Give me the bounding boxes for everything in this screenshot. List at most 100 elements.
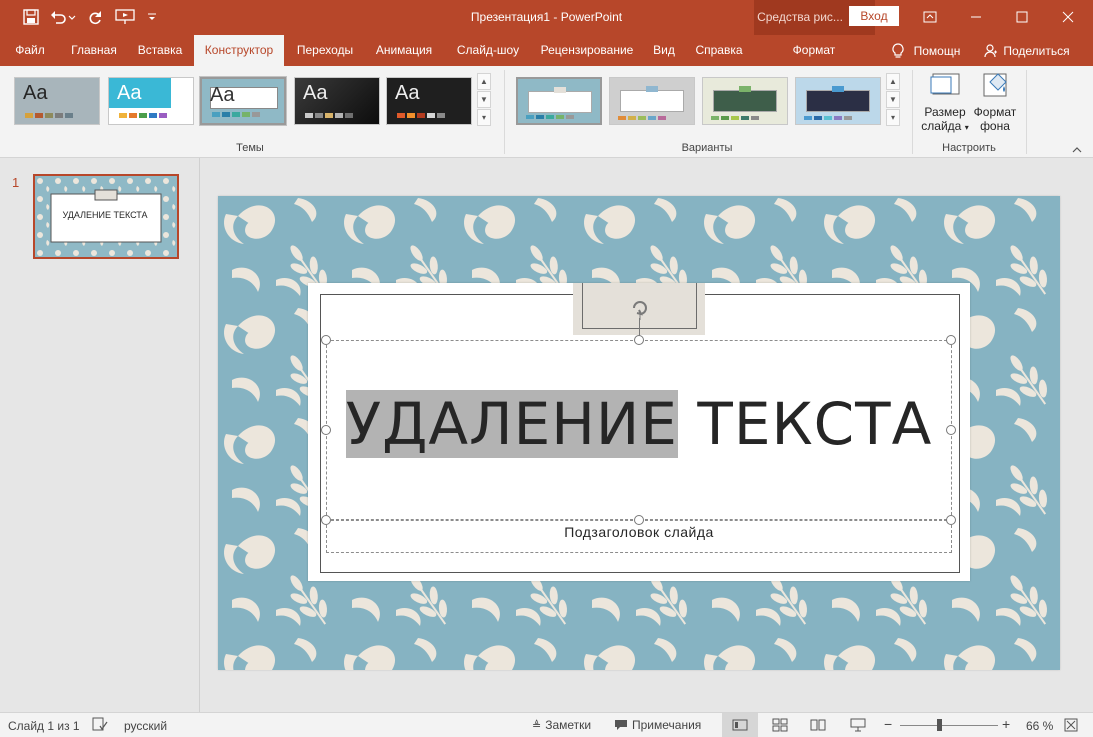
resize-handle-se[interactable] <box>946 515 956 525</box>
close-icon[interactable] <box>1045 0 1091 33</box>
theme-thumbnail-ion[interactable]: Aa <box>386 77 472 125</box>
slide-number: 1 <box>12 175 20 190</box>
title-remaining-text[interactable]: ТЕКСТА <box>678 390 932 458</box>
theme-color-bars <box>119 113 167 118</box>
tab-transitions[interactable]: Переходы <box>290 35 360 66</box>
resize-handle-sw[interactable] <box>321 515 331 525</box>
themes-more-icon[interactable]: ▾ <box>477 109 491 126</box>
ribbon-tab-bar: Файл Главная Вставка Конструктор Переход… <box>0 35 1093 66</box>
maximize-icon[interactable] <box>999 0 1045 33</box>
fit-slide-to-window-icon[interactable] <box>1064 718 1078 735</box>
selected-text-highlight[interactable]: УДАЛЕНИЕ <box>345 390 678 458</box>
theme-sample-text: Aa <box>210 84 235 106</box>
rotate-handle-icon[interactable] <box>628 296 652 334</box>
resize-handle-ne[interactable] <box>946 335 956 345</box>
slide-thumbnail-1[interactable]: УДАЛЕНИЕ ТЕКСТА <box>33 174 179 259</box>
slide-sorter-icon <box>772 718 788 732</box>
status-bar: Слайд 1 из 1 русский ≜ Заметки Примечания… <box>0 712 1093 737</box>
save-icon[interactable] <box>20 6 42 28</box>
slideshow-from-start-icon[interactable] <box>112 6 140 28</box>
variant-thumbnail-4[interactable] <box>795 77 881 125</box>
variants-scroll-up-icon[interactable]: ▲ <box>886 73 900 90</box>
slide-size-label-line1: Размер <box>924 105 966 119</box>
title-bar: Презентация1 - PowerPoint Средства рис..… <box>0 0 1093 66</box>
tab-file[interactable]: Файл <box>6 35 54 66</box>
normal-view-icon <box>732 719 748 731</box>
zoom-slider-thumb[interactable] <box>937 719 943 731</box>
theme-thumbnail-office[interactable]: Aa <box>14 77 100 125</box>
tab-review[interactable]: Рецензирование <box>534 35 640 66</box>
slideshow-icon <box>850 718 866 732</box>
redo-icon[interactable] <box>84 6 106 28</box>
tab-view[interactable]: Вид <box>646 35 682 66</box>
tab-insert[interactable]: Вставка <box>130 35 190 66</box>
notes-button[interactable]: ≜ Заметки <box>532 718 591 732</box>
tell-me-label: Помощн <box>913 43 961 58</box>
thumbnail-title: УДАЛЕНИЕ ТЕКСТА <box>62 210 148 220</box>
theme-thumbnail-dark[interactable]: Aa <box>294 77 380 125</box>
reading-view-button[interactable] <box>810 718 826 735</box>
themes-scroll-up-icon[interactable]: ▲ <box>477 73 491 90</box>
slide-sorter-view-button[interactable] <box>772 718 788 735</box>
comments-button[interactable]: Примечания <box>614 718 701 732</box>
tab-help[interactable]: Справка <box>688 35 750 66</box>
theme-color-bars <box>397 113 445 118</box>
slide-count[interactable]: Слайд 1 из 1 <box>8 719 80 733</box>
comment-icon <box>615 720 627 730</box>
sign-in-button[interactable]: Вход <box>849 6 899 26</box>
zoom-in-button[interactable]: + <box>1002 716 1010 732</box>
theme-thumbnail-selected[interactable]: Aa <box>199 76 287 126</box>
tab-format[interactable]: Формат <box>776 35 852 66</box>
variants-scroll-down-icon[interactable]: ▼ <box>886 91 900 108</box>
reading-view-icon <box>810 719 826 731</box>
variants-more-icon[interactable]: ▾ <box>886 109 900 126</box>
language-indicator[interactable]: русский <box>124 719 167 733</box>
theme-color-bars <box>25 113 73 118</box>
collapse-ribbon-icon[interactable] <box>1071 144 1085 156</box>
customize-group-label: Настроить <box>942 142 996 154</box>
format-background-label-line1: Формат <box>973 105 1017 119</box>
resize-handle-s[interactable] <box>634 515 644 525</box>
resize-handle-w[interactable] <box>321 425 331 435</box>
variant-thumbnail-2[interactable] <box>609 77 695 125</box>
context-group-title: Средства рис... <box>757 10 843 24</box>
slideshow-view-button[interactable] <box>850 718 866 735</box>
tab-slideshow[interactable]: Слайд-шоу <box>448 35 528 66</box>
slide-title[interactable]: УДАЛЕНИЕ ТЕКСТА <box>326 388 952 460</box>
share-button[interactable]: Поделиться <box>980 35 1074 66</box>
theme-sample-text: Aa <box>117 82 142 104</box>
tell-me-button[interactable]: Помощн <box>884 35 968 66</box>
rotate-handle-stem <box>639 318 640 336</box>
slide-size-label-line2: слайда ▾ <box>921 119 969 133</box>
lightbulb-icon <box>892 42 904 58</box>
theme-sample-text: Aa <box>23 82 48 104</box>
spellcheck-icon[interactable] <box>92 717 108 734</box>
ribbon-display-options-icon[interactable] <box>907 0 953 33</box>
minimize-icon[interactable] <box>953 0 999 33</box>
theme-thumbnail-bright[interactable]: Aa <box>108 77 194 125</box>
group-separator <box>1026 70 1027 154</box>
comments-label: Примечания <box>632 718 702 732</box>
themes-scroll-down-icon[interactable]: ▼ <box>477 91 491 108</box>
slide-subtitle[interactable]: Подзаголовок слайда <box>326 524 952 540</box>
zoom-level[interactable]: 66 % <box>1026 719 1053 733</box>
variant-thumbnail-3[interactable] <box>702 77 788 125</box>
resize-handle-nw[interactable] <box>321 335 331 345</box>
ribbon-design: Aa Aa Aa Aa Aa ▲ ▼ ▾ Темы ▲ ▼ ▾ Варианты… <box>0 66 1093 158</box>
normal-view-button[interactable] <box>722 713 758 737</box>
person-icon <box>984 43 998 57</box>
tab-design[interactable]: Конструктор <box>194 35 284 66</box>
tab-home[interactable]: Главная <box>62 35 126 66</box>
tab-animations[interactable]: Анимация <box>366 35 442 66</box>
resize-handle-e[interactable] <box>946 425 956 435</box>
format-background-label-line2: фона <box>980 119 1010 133</box>
zoom-out-button[interactable]: − <box>884 716 892 732</box>
resize-handle-n[interactable] <box>634 335 644 345</box>
format-background-button[interactable]: Формат фона <box>970 70 1020 133</box>
zoom-slider-track[interactable] <box>900 725 998 726</box>
themes-group-label: Темы <box>236 142 264 154</box>
customize-qat-icon[interactable] <box>144 6 160 28</box>
slide-size-button[interactable]: Размер слайда ▾ <box>918 70 972 135</box>
variant-thumbnail-1[interactable] <box>516 77 602 125</box>
undo-icon[interactable] <box>48 6 78 28</box>
